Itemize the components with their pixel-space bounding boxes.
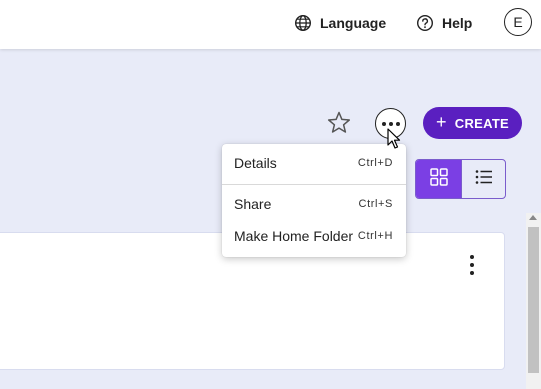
help-circle-icon — [416, 14, 434, 32]
plus-icon: + — [435, 112, 447, 132]
menu-item-details[interactable]: Details Ctrl+D — [222, 150, 406, 176]
favorite-button[interactable] — [326, 110, 352, 136]
avatar-initial: E — [513, 14, 523, 30]
menu-item-label: Make Home Folder — [234, 228, 354, 244]
help-button[interactable]: Help — [416, 12, 472, 34]
globe-icon — [294, 14, 312, 32]
create-label: CREATE — [454, 115, 510, 131]
menu-item-label: Details — [234, 155, 277, 171]
language-label: Language — [320, 15, 387, 31]
scroll-thumb[interactable] — [528, 227, 539, 373]
grid-view-icon — [429, 167, 448, 191]
more-vertical-icon — [470, 255, 474, 275]
mouse-pointer-icon — [387, 128, 401, 155]
grid-view-button[interactable] — [416, 160, 461, 198]
help-label: Help — [442, 15, 473, 31]
language-button[interactable]: Language — [294, 12, 386, 34]
menu-item-shortcut: Ctrl+D — [357, 157, 393, 169]
list-view-button[interactable] — [461, 160, 505, 198]
menu-item-make-home-folder[interactable]: Make Home Folder Ctrl+H — [222, 223, 406, 249]
user-avatar[interactable]: E — [504, 8, 532, 36]
menu-divider — [222, 184, 406, 185]
more-actions-menu: Details Ctrl+D Share Ctrl+S Make Home Fo… — [222, 144, 406, 257]
scroll-up-arrow[interactable] — [529, 215, 537, 220]
list-view-icon — [475, 169, 493, 190]
view-toggle — [415, 159, 506, 199]
vertical-scrollbar[interactable] — [526, 213, 541, 389]
star-icon — [326, 111, 352, 140]
menu-item-shortcut: Ctrl+H — [357, 230, 393, 242]
more-horizontal-icon — [381, 121, 400, 126]
menu-item-share[interactable]: Share Ctrl+S — [222, 191, 406, 217]
menu-item-label: Share — [234, 196, 272, 212]
card-options-button[interactable] — [466, 255, 478, 275]
menu-item-shortcut: Ctrl+S — [358, 198, 393, 210]
top-bar: Language Help E — [0, 0, 541, 49]
create-button[interactable]: + CREATE — [423, 107, 522, 139]
